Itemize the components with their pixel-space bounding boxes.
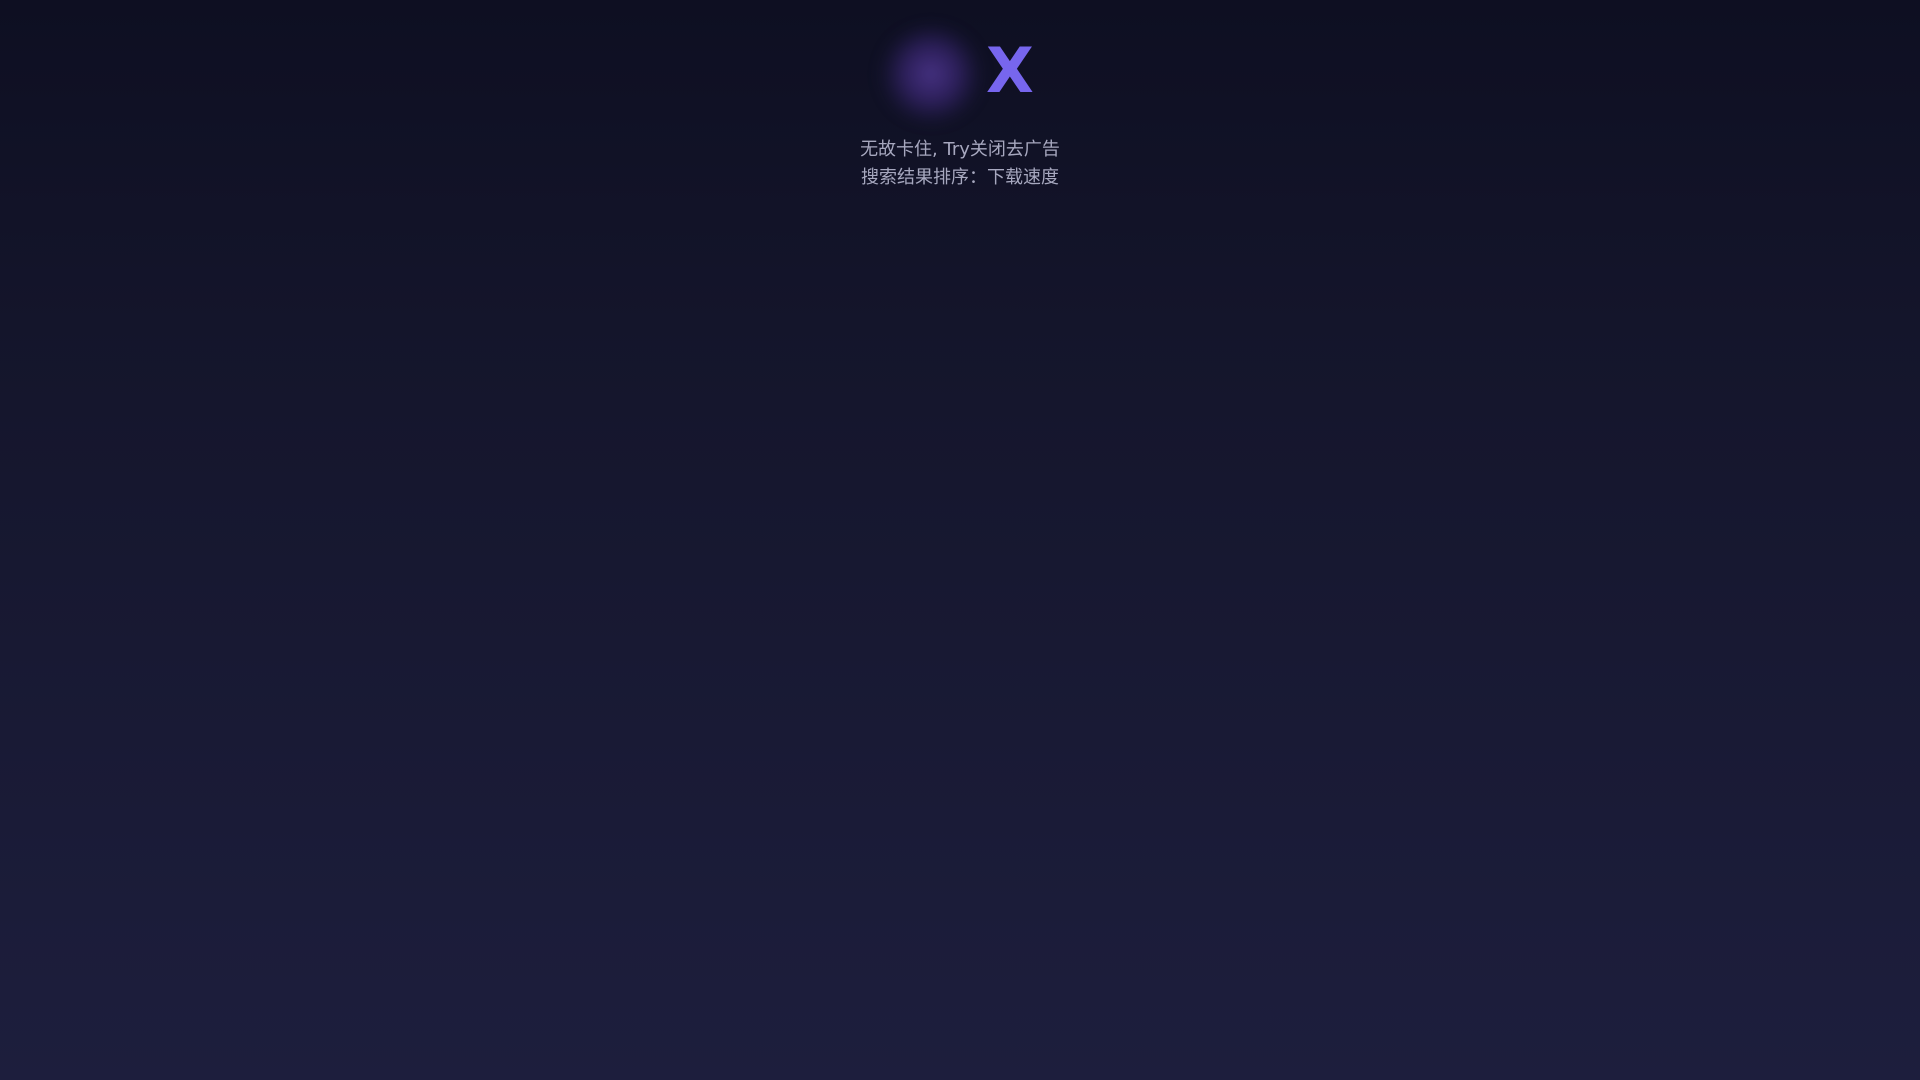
app-logo: X: [0, 24, 1920, 124]
status-tips: 无故卡住, Try关闭去广告 搜索结果排序：下载速度: [0, 136, 1920, 192]
tip-line-sort-order: 搜索结果排序：下载速度: [861, 167, 1059, 188]
logo-letter: X: [986, 34, 1034, 107]
tip-line-stuck: 无故卡住, Try关闭去广告: [860, 139, 1060, 160]
blurred-orb-icon: [878, 24, 984, 124]
